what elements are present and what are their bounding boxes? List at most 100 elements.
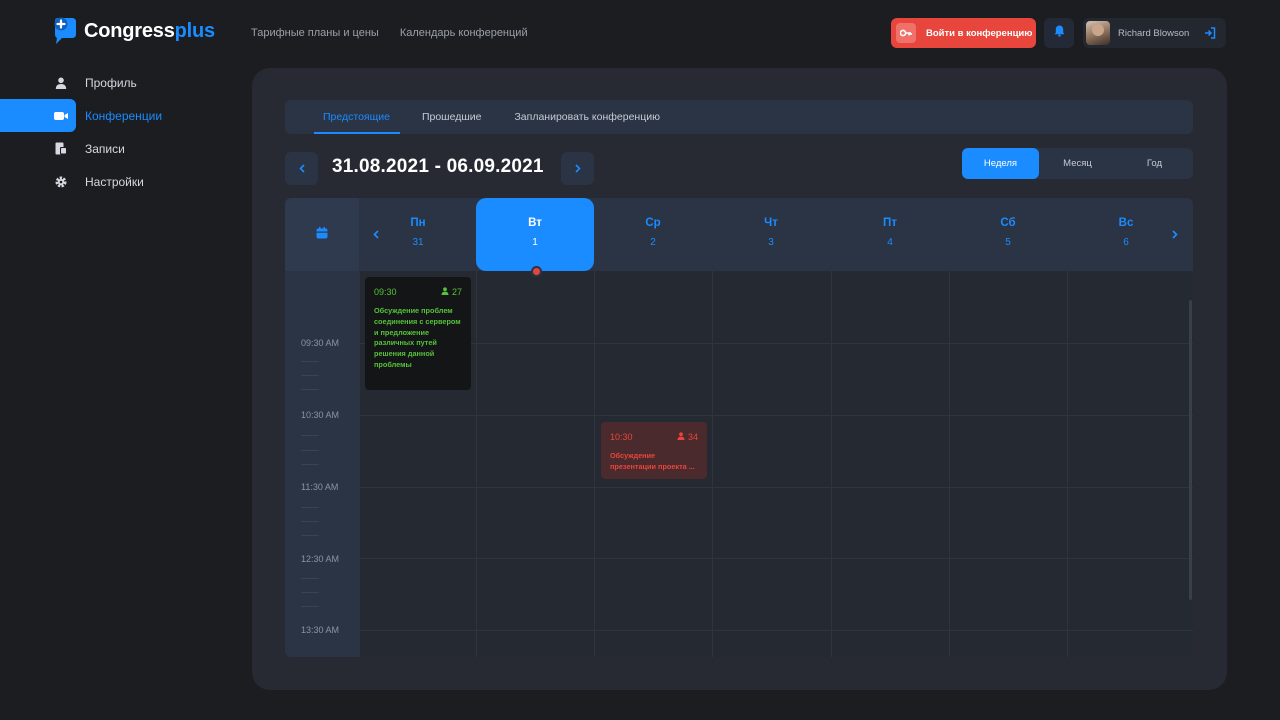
sidebar-item-settings[interactable]: Настройки <box>0 165 240 198</box>
view-month-button[interactable]: Месяц <box>1039 148 1116 179</box>
time-tick <box>301 464 319 465</box>
grid-line <box>359 415 1193 416</box>
join-conference-button[interactable]: Войти в конференцию <box>891 18 1036 48</box>
logout-icon[interactable] <box>1202 25 1218 41</box>
time-tick <box>301 592 319 593</box>
day-name: Вс <box>1118 217 1134 229</box>
day-number: 3 <box>768 237 774 248</box>
view-year-button[interactable]: Год <box>1116 148 1193 179</box>
participants-icon <box>441 287 449 297</box>
time-tick <box>301 578 319 579</box>
grid-line <box>359 487 1193 488</box>
day-header-thu[interactable]: Чт 3 <box>712 198 830 271</box>
grid-line <box>712 271 713 657</box>
participants-count: 34 <box>687 432 698 442</box>
tab-upcoming[interactable]: Предстоящие <box>311 100 400 134</box>
logo-text-accent: plus <box>174 19 216 42</box>
today-indicator <box>531 266 542 277</box>
grid-line <box>1067 271 1068 657</box>
sidebar-item-conferences[interactable]: Конференции <box>0 99 162 132</box>
prev-week-button[interactable] <box>285 152 318 185</box>
day-number: 4 <box>887 237 893 248</box>
grid-line <box>949 271 950 657</box>
time-tick <box>301 361 319 362</box>
day-header-wed[interactable]: Ср 2 <box>594 198 712 271</box>
time-tick <box>301 389 319 390</box>
notifications-button[interactable] <box>1044 18 1074 48</box>
view-week-button[interactable]: Неделя <box>962 148 1039 179</box>
chevron-left-icon <box>298 160 305 178</box>
day-name: Пн <box>410 217 426 229</box>
nav-link-pricing[interactable]: Тарифные планы и цены <box>251 27 379 39</box>
conference-tabs: Предстоящие Прошедшие Запланировать конф… <box>285 100 1193 134</box>
time-label: 13:30 AM <box>301 625 340 635</box>
logo-text-main: Congress <box>84 19 175 42</box>
time-label: 09:30 AM <box>301 338 340 348</box>
sidebar-item-label: Профиль <box>85 75 137 90</box>
event-title: Обсуждение презентации проекта ... <box>610 451 695 471</box>
join-conference-label: Войти в конференцию <box>926 27 1033 39</box>
sidebar-item-records[interactable]: Записи <box>0 132 240 165</box>
next-week-button[interactable] <box>561 152 594 185</box>
event-card[interactable]: 09:30 27 Обсуждение проблем соединения с… <box>365 277 471 390</box>
time-label: 11:30 AM <box>301 482 339 492</box>
logo[interactable]: Congressplus <box>52 17 215 45</box>
sidebar-item-label: Конференции <box>85 108 163 123</box>
day-header-tue[interactable]: Вт 1 <box>476 198 594 271</box>
grid-line <box>476 271 477 657</box>
grid-line <box>359 271 360 657</box>
day-header-sun[interactable]: Вс 6 <box>1067 198 1185 271</box>
grid-line <box>359 343 1193 344</box>
sidebar-item-label: Записи <box>85 141 125 156</box>
participants-icon <box>677 432 685 442</box>
calendar-icon <box>316 226 328 244</box>
top-nav: Тарифные планы и цены Календарь конферен… <box>251 27 528 39</box>
user-menu[interactable]: Richard Blowson <box>1083 18 1226 48</box>
user-icon <box>54 76 68 90</box>
sidebar-item-label: Настройки <box>85 174 144 189</box>
grid-line <box>359 630 1193 631</box>
time-tick <box>301 435 319 436</box>
sidebar-item-profile[interactable]: Профиль <box>0 66 240 99</box>
day-number: 31 <box>412 237 424 248</box>
calendar-icon-cell <box>285 198 359 271</box>
day-name: Ср <box>645 217 661 229</box>
tab-past[interactable]: Прошедшие <box>400 100 492 134</box>
day-header-fri[interactable]: Пт 4 <box>831 198 949 271</box>
day-name: Пт <box>883 217 897 229</box>
grid-line <box>594 271 595 657</box>
nav-link-calendar[interactable]: Календарь конференций <box>400 27 528 39</box>
time-tick <box>301 521 319 522</box>
grid-line <box>831 271 832 657</box>
day-header-sat[interactable]: Сб 5 <box>949 198 1067 271</box>
time-label: 12:30 AM <box>301 554 340 564</box>
grid-line <box>359 558 1193 559</box>
bell-icon <box>1054 24 1065 42</box>
gear-icon <box>54 175 68 189</box>
logo-text: Congressplus <box>84 20 215 43</box>
view-switch: Неделя Месяц Год <box>962 148 1193 179</box>
chevron-right-icon <box>574 160 581 178</box>
day-number: 5 <box>1005 237 1011 248</box>
day-number: 6 <box>1123 237 1129 248</box>
key-icon <box>896 23 916 43</box>
day-name: Вт <box>528 217 542 229</box>
calendar-grid: Пн 31 Вт 1 Ср 2 Чт 3 Пт 4 Сб 5 Вс 6 09:3… <box>285 198 1193 657</box>
video-icon <box>54 109 68 123</box>
avatar <box>1086 21 1110 45</box>
day-number: 1 <box>532 237 538 248</box>
day-header-mon[interactable]: Пн 31 <box>359 198 477 271</box>
date-range: 31.08.2021 - 06.09.2021 <box>332 156 544 177</box>
event-card[interactable]: 10:30 34 Обсуждение презентации проекта … <box>601 422 707 479</box>
time-tick <box>301 450 319 451</box>
logo-icon <box>52 17 78 45</box>
event-time: 10:30 <box>610 432 633 442</box>
day-name: Чт <box>764 217 778 229</box>
time-tick <box>301 535 319 536</box>
time-tick <box>301 375 319 376</box>
main-panel: Предстоящие Прошедшие Запланировать конф… <box>252 68 1227 690</box>
day-number: 2 <box>650 237 656 248</box>
tab-schedule[interactable]: Запланировать конференцию <box>491 100 670 134</box>
calendar-scrollbar[interactable] <box>1189 300 1192 600</box>
event-time: 09:30 <box>374 287 397 297</box>
